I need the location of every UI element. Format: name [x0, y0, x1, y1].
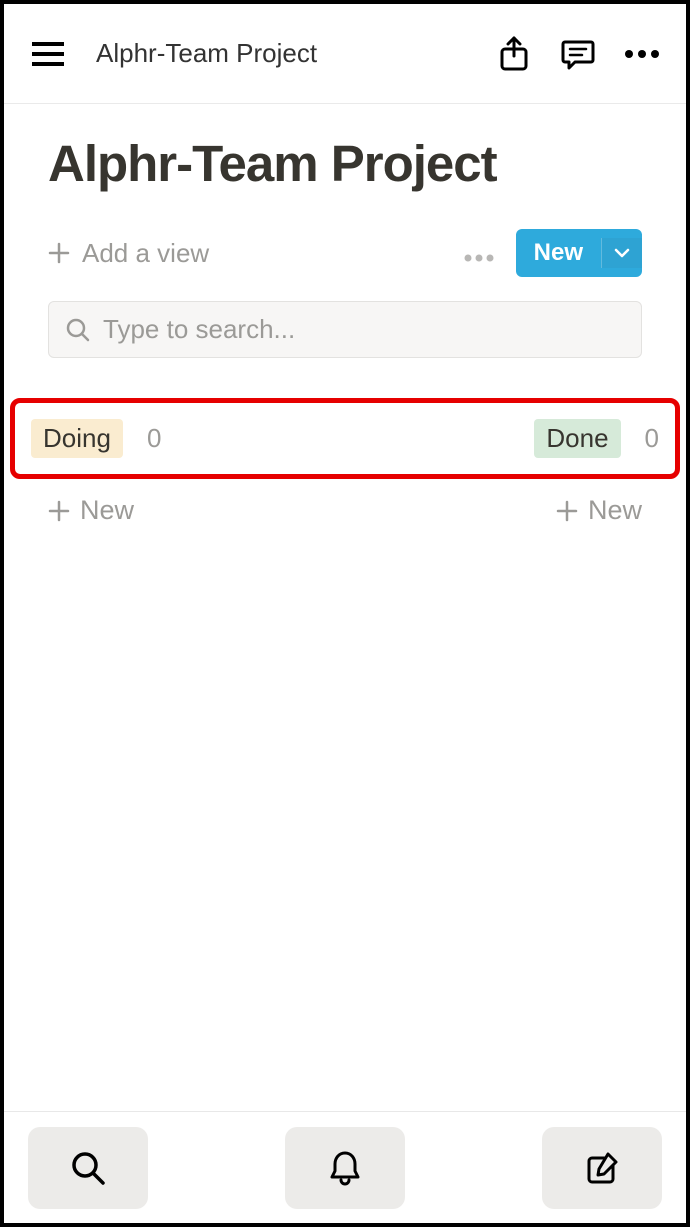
- done-count: 0: [645, 423, 659, 454]
- main-content: Alphr-Team Project Add a view New: [4, 104, 686, 1111]
- nav-search-button[interactable]: [28, 1127, 148, 1209]
- menu-button[interactable]: [28, 34, 68, 74]
- column-header-done[interactable]: Done 0: [534, 419, 659, 458]
- compose-icon: [584, 1150, 620, 1186]
- nav-notifications-button[interactable]: [285, 1127, 405, 1209]
- done-tag: Done: [534, 419, 620, 458]
- search-placeholder: Type to search...: [103, 314, 295, 345]
- plus-icon: [48, 500, 70, 522]
- header-title[interactable]: Alphr-Team Project: [96, 38, 494, 69]
- new-card-row: New New: [48, 487, 642, 534]
- search-icon: [65, 317, 91, 343]
- new-card-done[interactable]: New: [556, 495, 642, 526]
- add-view-label: Add a view: [82, 238, 209, 269]
- header-actions: [494, 34, 662, 74]
- header-bar: Alphr-Team Project: [4, 4, 686, 104]
- chevron-down-icon: [614, 248, 630, 258]
- share-button[interactable]: [494, 34, 534, 74]
- share-icon: [499, 36, 529, 72]
- search-icon: [69, 1149, 107, 1187]
- doing-count: 0: [147, 423, 161, 454]
- new-card-doing[interactable]: New: [48, 495, 134, 526]
- search-input[interactable]: Type to search...: [48, 301, 642, 358]
- new-button-dropdown[interactable]: [601, 238, 642, 268]
- bottom-nav: [4, 1111, 686, 1223]
- add-view-button[interactable]: Add a view: [48, 238, 209, 269]
- comment-button[interactable]: [558, 34, 598, 74]
- dots-horizontal-icon: [624, 49, 660, 59]
- bell-icon: [328, 1149, 362, 1187]
- view-options-button[interactable]: [464, 238, 494, 269]
- plus-icon: [48, 242, 70, 264]
- view-controls-row: Add a view New: [48, 229, 642, 277]
- doing-tag: Doing: [31, 419, 123, 458]
- new-card-label: New: [80, 495, 134, 526]
- board-columns-header-highlighted: Doing 0 Done 0: [10, 398, 680, 479]
- more-button[interactable]: [622, 34, 662, 74]
- page-title: Alphr-Team Project: [48, 134, 642, 193]
- nav-compose-button[interactable]: [542, 1127, 662, 1209]
- dots-horizontal-icon: [464, 254, 494, 262]
- hamburger-icon: [32, 41, 64, 67]
- new-button[interactable]: New: [516, 229, 642, 277]
- plus-icon: [556, 500, 578, 522]
- new-button-label: New: [516, 229, 601, 277]
- comment-icon: [561, 38, 595, 70]
- new-card-label: New: [588, 495, 642, 526]
- column-header-doing[interactable]: Doing 0: [31, 419, 161, 458]
